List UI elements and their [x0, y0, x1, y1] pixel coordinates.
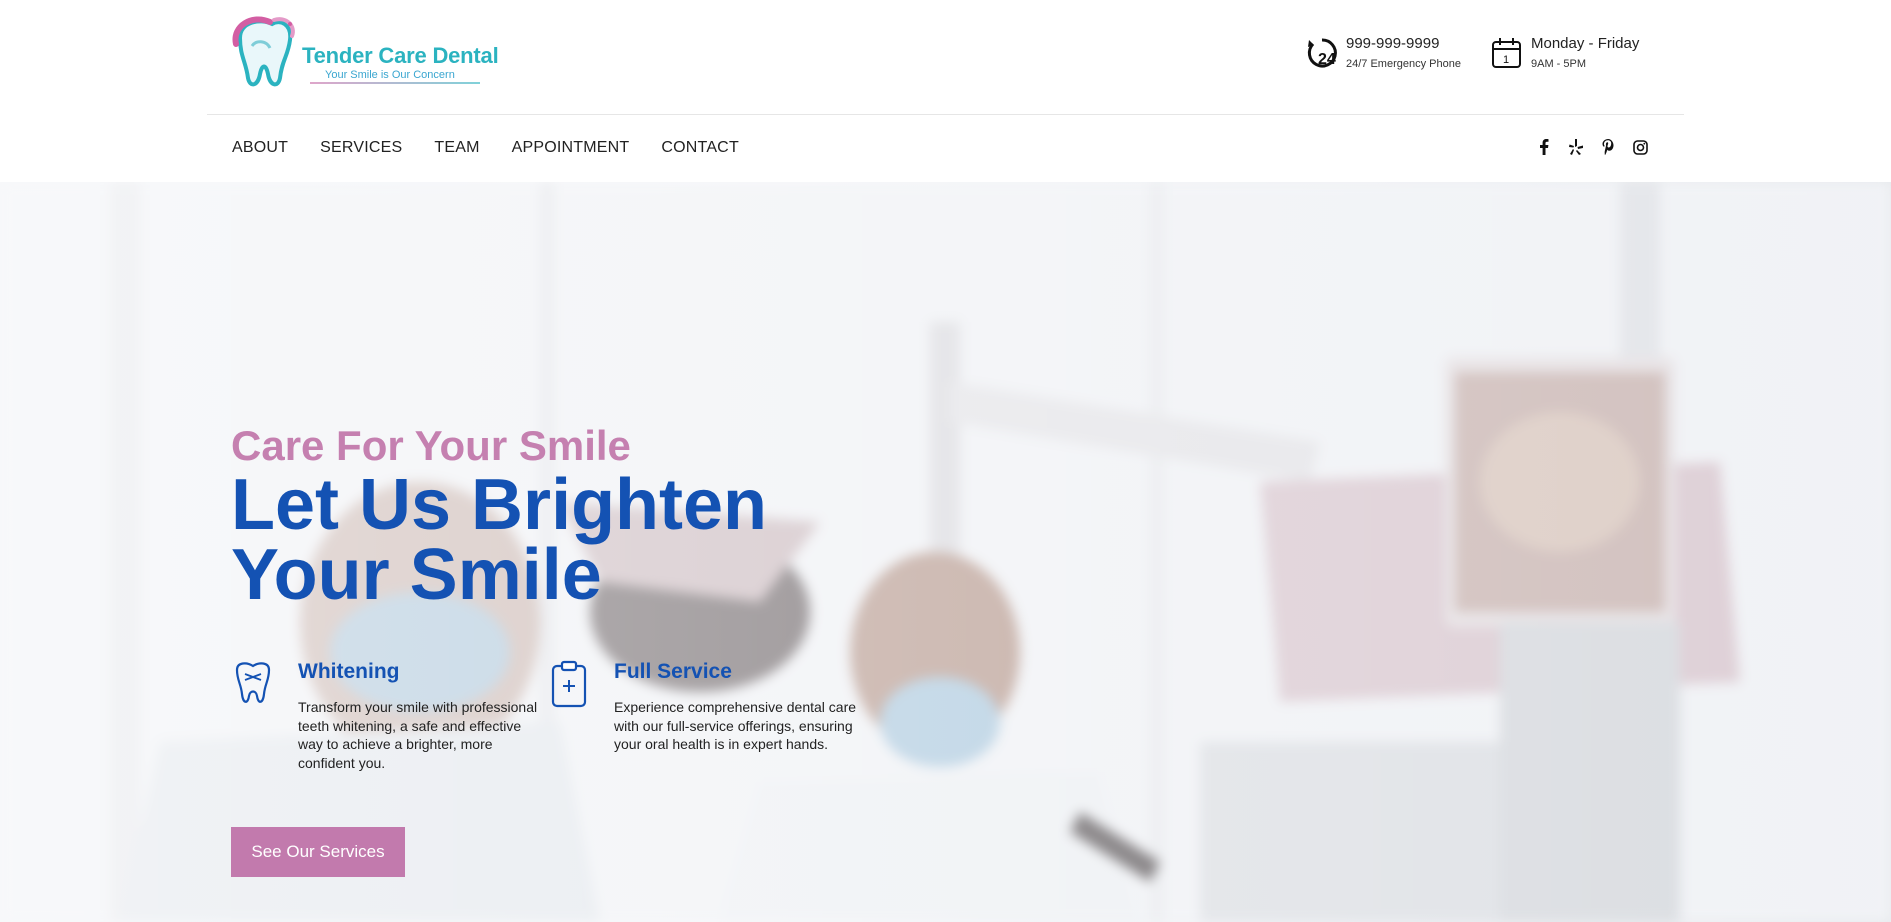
nav-about[interactable]: ABOUT [232, 139, 288, 159]
tooth-logo-icon [232, 16, 295, 87]
hero-section: Care For Your Smile Let Us Brighten Your… [0, 182, 1891, 922]
hero-headline: Let Us Brighten Your Smile [231, 465, 768, 615]
calendar-icon: 1 [1492, 38, 1521, 68]
nav-contact[interactable]: CONTACT [661, 139, 739, 159]
svg-text:24: 24 [1318, 51, 1336, 68]
phone-note: 24/7 Emergency Phone [1346, 58, 1461, 70]
header-divider [207, 114, 1684, 115]
office-hours: 1 Monday - Friday 9AM - 5PM [1490, 34, 1660, 74]
nav-team[interactable]: TEAM [434, 139, 479, 159]
facebook-icon[interactable] [1535, 137, 1553, 157]
nav-services[interactable]: SERVICES [320, 139, 402, 159]
feature-title: Full Service [614, 660, 732, 683]
feature-description: Experience comprehensive dental care wit… [614, 699, 857, 752]
hero-content: Care For Your Smile Let Us Brighten Your… [231, 182, 1131, 922]
hero-kicker: Care For Your Smile [231, 422, 631, 469]
site-header: Tender Care Dental Your Smile is Our Con… [0, 0, 1891, 182]
phone-number: 999-999-9999 [1346, 35, 1440, 52]
yelp-icon[interactable] [1567, 137, 1585, 157]
calendar-day: 1 [1503, 54, 1509, 66]
feature-whitening: Whitening Transform your smile with prof… [231, 660, 537, 790]
nav-appointment[interactable]: APPOINTMENT [512, 139, 630, 159]
tagline-underline [310, 82, 480, 84]
main-nav: ABOUT SERVICES TEAM APPOINTMENT CONTACT [232, 139, 771, 159]
office-days: Monday - Friday [1531, 35, 1640, 52]
brand-tagline: Your Smile is Our Concern [325, 69, 455, 81]
see-services-button[interactable]: See Our Services [231, 827, 405, 877]
brand-name: Tender Care Dental [302, 43, 499, 68]
pinterest-icon[interactable] [1599, 137, 1617, 157]
feature-title: Whitening [298, 660, 400, 683]
office-hours-time: 9AM - 5PM [1531, 58, 1587, 70]
social-links [1535, 137, 1649, 157]
instagram-icon[interactable] [1631, 137, 1649, 157]
feature-full-service: Full Service Experience comprehensive de… [547, 660, 856, 790]
tooth-icon [235, 662, 271, 703]
site-logo[interactable]: Tender Care Dental Your Smile is Our Con… [230, 16, 499, 92]
medical-clipboard-icon [551, 660, 587, 708]
emergency-phone[interactable]: 24 999-999-9999 24/7 Emergency Phone [1305, 34, 1475, 74]
feature-description: Transform your smile with professional t… [298, 699, 538, 771]
24-hour-icon: 24 [1307, 38, 1337, 68]
